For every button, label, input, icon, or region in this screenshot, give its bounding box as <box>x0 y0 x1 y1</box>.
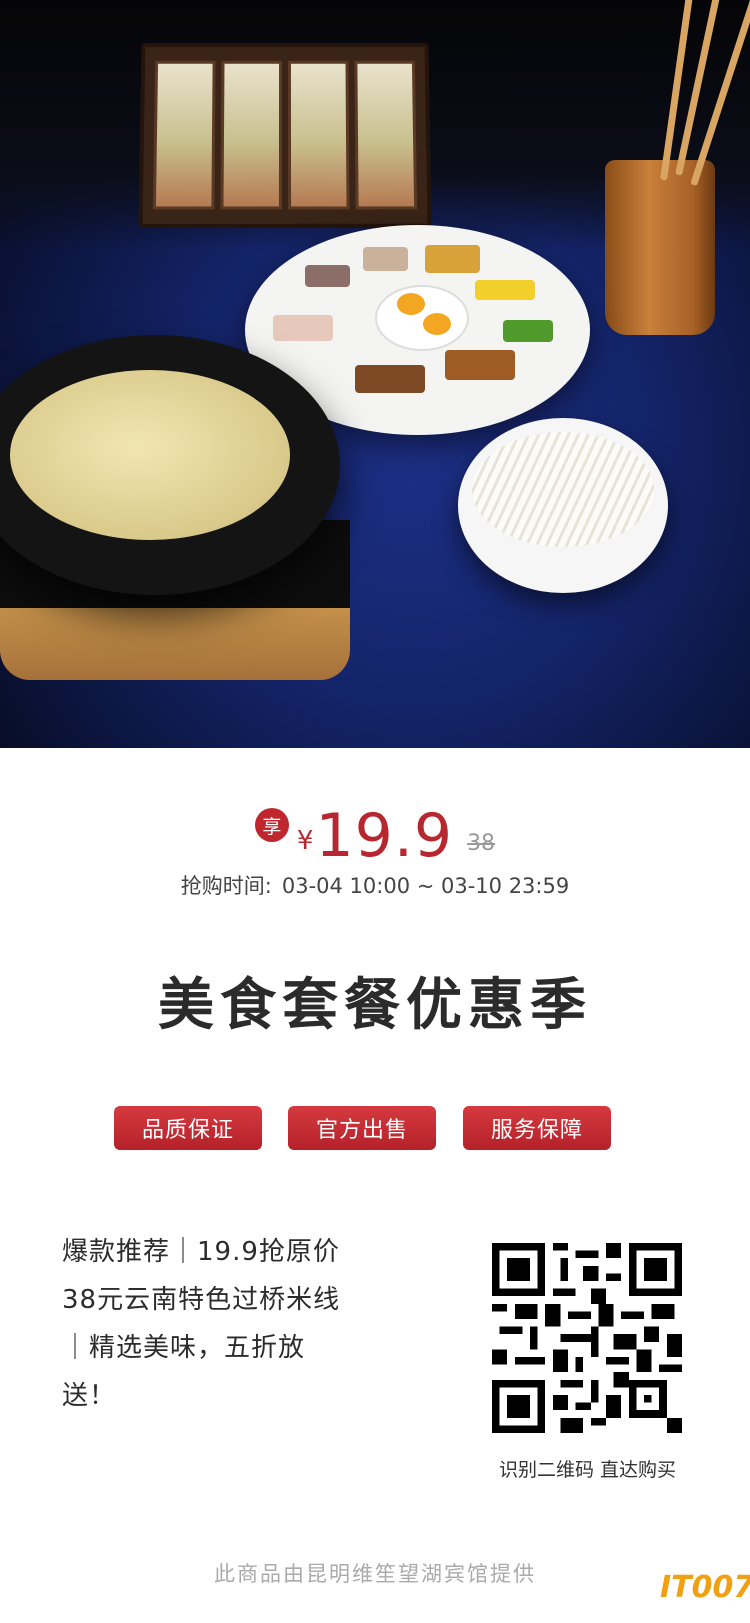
page-title: 美食套餐优惠季 <box>158 973 592 1038</box>
screen-panel <box>220 60 283 210</box>
enjoy-badge: 享 <box>254 808 289 842</box>
description-line: 38元云南特色过桥米线 <box>62 1285 341 1315</box>
dish-item <box>425 245 480 273</box>
original-price: 38 <box>467 831 496 856</box>
description-line: ｜精选美味，五折放 <box>62 1333 306 1363</box>
rice-noodles <box>472 432 654 547</box>
service-tags: 品质保证 官方出售 服务保障 <box>0 1106 750 1150</box>
decorative-screen <box>138 43 432 228</box>
dish-item <box>305 265 350 287</box>
dish-item <box>503 320 553 342</box>
dish-item <box>355 365 425 393</box>
egg-yolk <box>397 293 425 315</box>
watermark-logo: IT007 <box>660 1570 750 1605</box>
qr-caption: 识别二维码 直达购买 <box>498 1459 677 1481</box>
soup <box>10 370 290 540</box>
dish-item <box>475 280 535 300</box>
product-description: 爆款推荐｜19.9抢原价 38元云南特色过桥米线 ｜精选美味，五折放 送！ <box>62 1228 392 1420</box>
screen-panel <box>354 60 418 210</box>
purchase-qr-code[interactable] <box>492 1243 682 1433</box>
screen-panel <box>287 60 350 210</box>
provider-footer: 此商品由昆明维笙望湖宾馆提供 <box>214 1562 536 1586</box>
egg-dish <box>375 285 469 351</box>
tag-service-guarantee: 服务保障 <box>463 1106 611 1150</box>
price-row: 享 ¥ 19.9 38 <box>0 800 750 866</box>
hero-photo <box>0 0 750 748</box>
description-line: 爆款推荐｜19.9抢原价 <box>62 1237 340 1267</box>
tag-official-sale: 官方出售 <box>288 1106 436 1150</box>
screen-panel <box>152 60 216 210</box>
sale-time-label: 抢购时间: <box>180 874 272 898</box>
sale-time: 抢购时间: 03-04 10:00 ~ 03-10 23:59 <box>0 870 750 900</box>
currency-symbol: ¥ <box>296 826 314 856</box>
dish-item <box>363 247 408 271</box>
noodle-bowl <box>458 418 668 593</box>
sale-time-range: 03-04 10:00 ~ 03-10 23:59 <box>281 874 570 898</box>
description-line: 送！ <box>62 1381 117 1411</box>
dish-item <box>445 350 515 380</box>
tag-quality-guarantee: 品质保证 <box>114 1106 262 1150</box>
dish-item <box>273 315 333 341</box>
current-price: 19.9 <box>315 801 454 871</box>
egg-yolk <box>423 313 451 335</box>
chopstick-holder <box>605 160 715 335</box>
